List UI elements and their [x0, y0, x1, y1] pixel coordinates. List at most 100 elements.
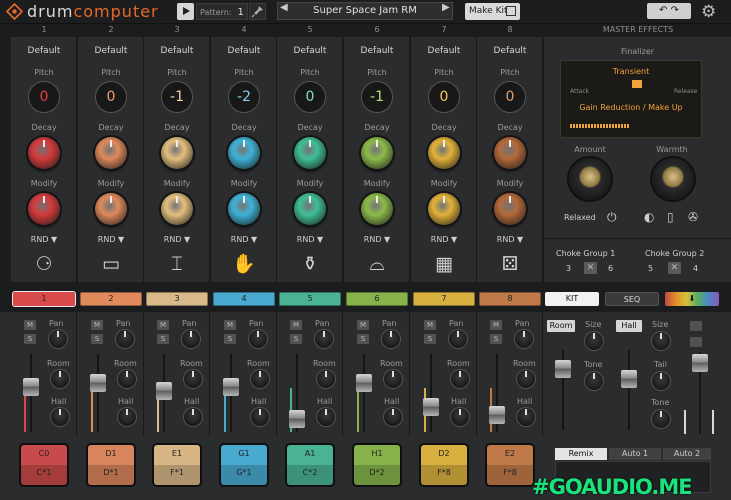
- pitch-display[interactable]: 0: [28, 81, 60, 113]
- tab-kit[interactable]: KIT: [545, 292, 599, 306]
- hall-fader[interactable]: [621, 370, 637, 388]
- solo-button[interactable]: S: [290, 334, 302, 344]
- choke-group-2-a[interactable]: 5: [648, 264, 653, 273]
- room-fader[interactable]: [555, 360, 571, 378]
- amount-knob[interactable]: [569, 158, 611, 200]
- pan-knob[interactable]: [49, 330, 67, 348]
- pitch-display[interactable]: -1: [361, 81, 393, 113]
- pan-knob[interactable]: [315, 330, 333, 348]
- solo-button[interactable]: S: [490, 334, 502, 344]
- hall-knob[interactable]: [317, 408, 335, 426]
- choke-x-icon[interactable]: ✕: [668, 262, 681, 274]
- hall-button[interactable]: Hall: [616, 320, 642, 332]
- modify-knob[interactable]: [428, 193, 460, 225]
- pitch-display[interactable]: 0: [428, 81, 460, 113]
- fx-mute-icon[interactable]: [690, 321, 702, 331]
- default-label[interactable]: Default: [411, 46, 477, 56]
- default-label[interactable]: Default: [211, 46, 277, 56]
- solo-button[interactable]: S: [24, 334, 36, 344]
- transient-slider[interactable]: [632, 80, 642, 88]
- volume-fader[interactable]: [289, 410, 305, 428]
- default-label[interactable]: Default: [344, 46, 410, 56]
- volume-fader[interactable]: [23, 378, 39, 396]
- mute-button[interactable]: M: [91, 320, 103, 330]
- modify-knob[interactable]: [494, 193, 526, 225]
- decay-knob[interactable]: [161, 137, 193, 169]
- mute-button[interactable]: M: [24, 320, 36, 330]
- choke-group-1-a[interactable]: 3: [566, 264, 571, 273]
- hall-knob[interactable]: [51, 408, 69, 426]
- channel-tab[interactable]: 5: [279, 292, 341, 306]
- decay-knob[interactable]: [228, 137, 260, 169]
- room-knob[interactable]: [251, 370, 269, 388]
- rnd-dropdown[interactable]: RND ▼: [344, 235, 410, 244]
- modify-knob[interactable]: [361, 193, 393, 225]
- channel-tab[interactable]: 6: [346, 292, 408, 306]
- master-fader[interactable]: [692, 354, 708, 372]
- mute-button[interactable]: M: [224, 320, 236, 330]
- default-label[interactable]: Default: [144, 46, 210, 56]
- solo-button[interactable]: S: [157, 334, 169, 344]
- modify-knob[interactable]: [294, 193, 326, 225]
- hall-knob[interactable]: [184, 408, 202, 426]
- volume-fader[interactable]: [156, 382, 172, 400]
- make-kit-button[interactable]: Make Kit: [465, 3, 520, 20]
- room-button[interactable]: Room: [547, 320, 575, 332]
- hall-knob[interactable]: [384, 408, 402, 426]
- decay-knob[interactable]: [294, 137, 326, 169]
- room-knob[interactable]: [384, 370, 402, 388]
- hall-knob[interactable]: [451, 408, 469, 426]
- default-label[interactable]: Default: [78, 46, 144, 56]
- pitch-display[interactable]: -2: [228, 81, 260, 113]
- play-button[interactable]: [177, 3, 194, 20]
- size-knob[interactable]: [585, 332, 603, 350]
- room-knob[interactable]: [451, 370, 469, 388]
- preset-prev-icon[interactable]: ◀: [280, 2, 288, 13]
- drum-pad[interactable]: C0 C*1: [21, 445, 67, 485]
- rnd-dropdown[interactable]: RND ▼: [477, 235, 543, 244]
- modify-knob[interactable]: [28, 193, 60, 225]
- preset-selector[interactable]: Super Space Jam RM: [277, 2, 453, 20]
- power-icon[interactable]: ⏻: [607, 210, 617, 225]
- pan-knob[interactable]: [182, 330, 200, 348]
- decay-knob[interactable]: [428, 137, 460, 169]
- mute-button[interactable]: M: [357, 320, 369, 330]
- room-knob[interactable]: [317, 370, 335, 388]
- undo-redo-button[interactable]: ↶ ↷: [647, 3, 691, 19]
- rnd-dropdown[interactable]: RND ▼: [11, 235, 77, 244]
- drum-pad[interactable]: A1 C*2: [287, 445, 333, 485]
- hall-knob[interactable]: [118, 408, 136, 426]
- default-label[interactable]: Default: [477, 46, 543, 56]
- volume-fader[interactable]: [423, 398, 439, 416]
- tail-knob[interactable]: [652, 372, 670, 390]
- channel-tab[interactable]: 8: [479, 292, 541, 306]
- size-knob[interactable]: [652, 332, 670, 350]
- rnd-dropdown[interactable]: RND ▼: [211, 235, 277, 244]
- volume-fader[interactable]: [90, 374, 106, 392]
- channel-tab[interactable]: 1: [13, 292, 75, 306]
- mute-button[interactable]: M: [424, 320, 436, 330]
- preset-next-icon[interactable]: ▶: [442, 2, 450, 13]
- volume-fader[interactable]: [356, 374, 372, 392]
- tab-seq[interactable]: SEQ: [605, 292, 659, 306]
- choke-x-icon[interactable]: ✕: [584, 262, 597, 274]
- tab-export[interactable]: ⬇: [665, 292, 719, 306]
- modify-knob[interactable]: [161, 193, 193, 225]
- pitch-display[interactable]: 0: [95, 81, 127, 113]
- tone-knob[interactable]: [652, 410, 670, 428]
- mute-button[interactable]: M: [490, 320, 502, 330]
- pan-knob[interactable]: [116, 330, 134, 348]
- rnd-dropdown[interactable]: RND ▼: [144, 235, 210, 244]
- hall-knob[interactable]: [251, 408, 269, 426]
- drum-pad[interactable]: H1 D*2: [354, 445, 400, 485]
- decay-knob[interactable]: [361, 137, 393, 169]
- hall-knob[interactable]: [517, 408, 535, 426]
- drum-pad[interactable]: E1 F*1: [154, 445, 200, 485]
- channel-tab[interactable]: 3: [146, 292, 208, 306]
- choke-group-1-b[interactable]: 6: [608, 264, 613, 273]
- rnd-dropdown[interactable]: RND ▼: [411, 235, 477, 244]
- pattern-selector[interactable]: Pattern: 1: [196, 3, 248, 20]
- modify-knob[interactable]: [95, 193, 127, 225]
- choke-group-2-b[interactable]: 4: [693, 264, 698, 273]
- mute-button[interactable]: M: [290, 320, 302, 330]
